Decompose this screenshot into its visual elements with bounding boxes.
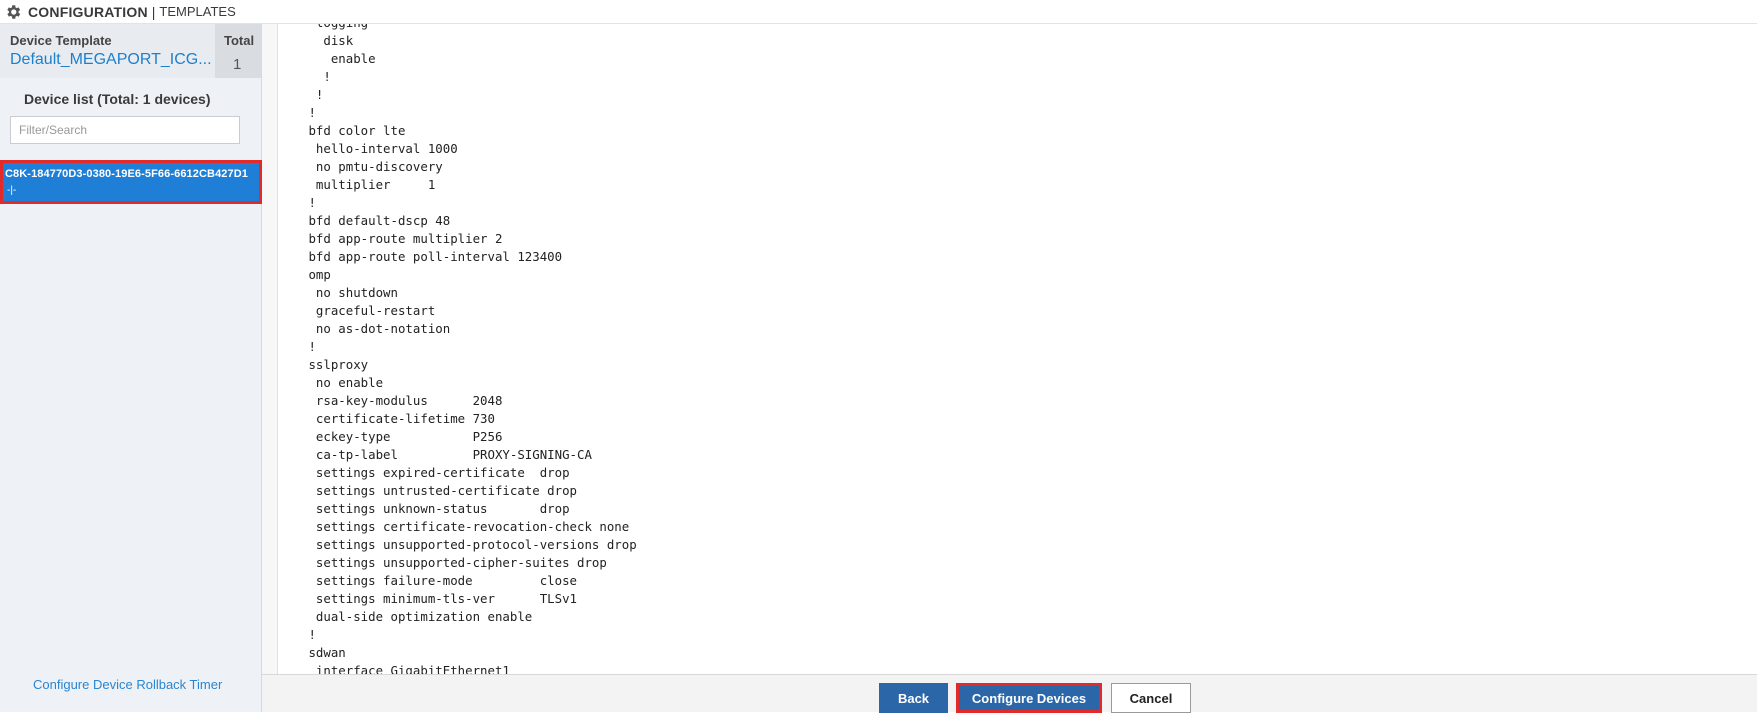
device-list-item[interactable]: C8K-184770D3-0380-19E6-5F66-6612CB427D1 …: [0, 160, 262, 204]
config-line: interface GigabitEthernet1: [315, 663, 510, 674]
device-template-panel: Device Template Default_MEGAPORT_ICG...: [0, 24, 215, 78]
config-line: bfd app-route multiplier 2: [308, 231, 503, 246]
config-line: no shutdown: [315, 285, 398, 300]
config-line: bfd default-dscp 48: [308, 213, 451, 228]
cancel-button[interactable]: Cancel: [1111, 683, 1191, 713]
config-line: settings untrusted-certificate drop: [315, 483, 578, 498]
config-line: rsa-key-modulus 2048: [315, 393, 503, 408]
config-line: enable: [330, 51, 376, 66]
preview-left-rail: [262, 24, 278, 674]
config-preview-panel[interactable]: logging disk enable ! ! ! bfd color lte …: [262, 24, 1757, 674]
page-header: CONFIGURATION | TEMPLATES: [0, 0, 1757, 24]
config-line: !: [308, 105, 316, 120]
configure-rollback-timer-link[interactable]: Configure Device Rollback Timer: [33, 677, 222, 692]
device-template-name[interactable]: Default_MEGAPORT_ICG...: [10, 51, 212, 69]
device-sidebar: Device Template Default_MEGAPORT_ICG... …: [0, 24, 262, 712]
total-panel: Total 1: [215, 24, 261, 78]
gear-icon: [7, 4, 21, 19]
config-line: no enable: [315, 375, 384, 390]
config-line: settings unsupported-protocol-versions d…: [315, 537, 637, 552]
config-line: no pmtu-discovery: [315, 159, 443, 174]
config-line: certificate-lifetime 730: [315, 411, 495, 426]
config-line: bfd app-route poll-interval 123400: [308, 249, 563, 264]
device-template-label: Device Template: [10, 33, 112, 48]
config-line: !: [323, 69, 331, 84]
config-line: ca-tp-label PROXY-SIGNING-CA: [315, 447, 592, 462]
configure-devices-button[interactable]: Configure Devices: [956, 683, 1102, 713]
config-line: sslproxy: [308, 357, 369, 372]
config-line: settings minimum-tls-ver TLSv1: [315, 591, 578, 606]
total-label: Total: [224, 33, 255, 48]
total-value: 1: [233, 56, 242, 73]
config-line: !: [308, 339, 316, 354]
config-line: disk: [323, 33, 354, 48]
page-subtitle: TEMPLATES: [159, 4, 236, 19]
device-list-title: Device list (Total: 1 devices): [24, 91, 211, 107]
device-sub-label: -|-: [7, 185, 17, 196]
config-line: !: [308, 195, 316, 210]
config-line: graceful-restart: [315, 303, 436, 318]
config-line: settings failure-mode close: [315, 573, 578, 588]
config-line: settings certificate-revocation-check no…: [315, 519, 630, 534]
config-line: settings expired-certificate drop: [315, 465, 570, 480]
filter-search-input[interactable]: [10, 116, 240, 144]
config-line: !: [315, 87, 324, 102]
config-line: sdwan: [308, 645, 346, 660]
action-footer: Back Configure Devices Cancel: [262, 674, 1757, 713]
config-line: logging: [301, 24, 368, 30]
page-title: CONFIGURATION: [28, 3, 148, 20]
config-line: settings unknown-status drop: [315, 501, 570, 516]
device-id: C8K-184770D3-0380-19E6-5F66-6612CB427D1: [5, 168, 248, 180]
config-line: dual-side optimization enable: [315, 609, 533, 624]
config-line: settings unsupported-cipher-suites drop: [315, 555, 607, 570]
config-line: multiplier 1: [315, 177, 436, 192]
config-line: no as-dot-notation: [315, 321, 451, 336]
config-line: hello-interval 1000: [315, 141, 458, 156]
config-line: eckey-type P256: [315, 429, 503, 444]
config-line: bfd color lte: [308, 123, 406, 138]
config-line: omp: [308, 267, 331, 282]
config-text: logging disk enable ! ! ! bfd color lte …: [301, 24, 637, 674]
config-line: !: [308, 627, 316, 642]
back-button[interactable]: Back: [879, 683, 948, 713]
title-separator: |: [151, 3, 156, 20]
